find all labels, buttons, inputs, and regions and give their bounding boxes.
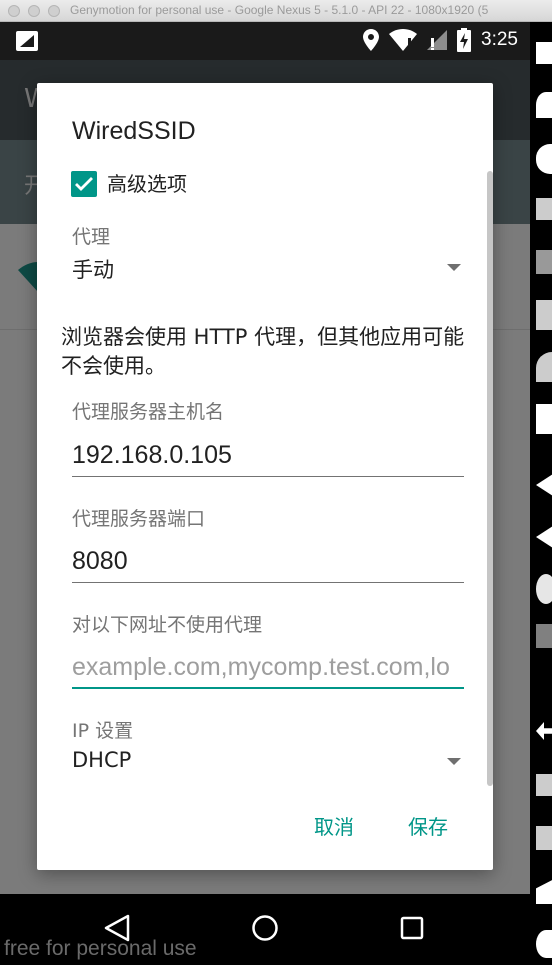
proxy-spinner[interactable]: 手动	[37, 249, 493, 285]
scale-icon[interactable]	[536, 624, 552, 648]
home-icon[interactable]	[251, 914, 279, 942]
port-field	[72, 541, 464, 583]
status-bar: 3:25	[0, 22, 530, 60]
advanced-options-checkbox[interactable]	[71, 171, 97, 197]
rotate-icon[interactable]	[536, 574, 552, 604]
save-button[interactable]: 保存	[408, 811, 448, 840]
network-widget-icon[interactable]	[536, 352, 552, 382]
notification-icon	[16, 31, 38, 51]
hostname-label: 代理服务器主机名	[72, 401, 225, 423]
bypass-label: 对以下网址不使用代理	[72, 614, 263, 636]
remote-control-widget-icon[interactable]	[536, 250, 552, 274]
bypass-field	[72, 647, 464, 689]
bypass-input[interactable]	[72, 647, 464, 682]
wifi-config-dialog: WiredSSID 高级选项 代理 手动 浏览器会使用 HTTP 代理，但其他应…	[37, 83, 493, 870]
status-clock: 3:25	[481, 29, 518, 50]
window-title: Genymotion for personal use - Google Nex…	[70, 3, 489, 17]
proxy-value: 手动	[72, 258, 114, 282]
capture-widget-icon[interactable]	[536, 198, 552, 220]
battery-charging-icon	[457, 28, 472, 52]
wifi-icon	[389, 29, 418, 51]
recent-apps-icon[interactable]	[400, 914, 424, 942]
port-label: 代理服务器端口	[72, 508, 206, 530]
advanced-options-label[interactable]: 高级选项	[107, 171, 187, 197]
hostname-field	[72, 435, 464, 477]
proxy-note: 浏览器会使用 HTTP 代理，但其他应用可能不会使用。	[61, 325, 465, 378]
navigation-bar: free for personal use	[0, 894, 530, 965]
location-icon	[363, 29, 380, 51]
device-screen: 3:25 W 开 free for personal use WiredSSID…	[0, 22, 530, 965]
port-input[interactable]	[72, 541, 464, 576]
window-title-bar: Genymotion for personal use - Google Nex…	[0, 0, 552, 22]
phone-widget-icon[interactable]	[536, 404, 552, 434]
minimize-window-button[interactable]	[28, 5, 40, 17]
toolbar-power-icon[interactable]	[536, 930, 552, 958]
battery-widget-icon[interactable]	[536, 42, 552, 64]
dropdown-arrow-icon	[447, 264, 461, 271]
toolbar-home-icon[interactable]	[536, 878, 552, 904]
ip-settings-value: DHCP	[72, 748, 132, 772]
cancel-button[interactable]: 取消	[314, 811, 354, 840]
cellular-signal-icon	[427, 30, 448, 50]
camera-widget-icon[interactable]	[536, 144, 552, 174]
identifiers-widget-icon[interactable]	[536, 300, 552, 330]
watermark: free for personal use	[4, 937, 197, 960]
volume-up-icon[interactable]	[536, 472, 552, 498]
dialog-title: WiredSSID	[72, 117, 196, 145]
volume-down-icon[interactable]	[536, 524, 552, 550]
proxy-label: 代理	[72, 226, 111, 248]
dropdown-arrow-icon	[447, 758, 461, 765]
toolbar-menu-icon[interactable]	[536, 826, 552, 850]
toolbar-recent-icon[interactable]	[536, 774, 552, 796]
ip-settings-label: IP 设置	[72, 720, 134, 742]
emulator-toolbar	[530, 22, 552, 965]
close-window-button[interactable]	[8, 5, 20, 17]
ip-settings-spinner[interactable]: DHCP	[37, 743, 493, 779]
zoom-window-button[interactable]	[48, 5, 60, 17]
checkmark-icon	[75, 177, 93, 191]
hostname-input[interactable]	[72, 435, 464, 470]
gps-widget-icon[interactable]	[536, 92, 552, 118]
toolbar-back-icon[interactable]	[536, 722, 552, 740]
